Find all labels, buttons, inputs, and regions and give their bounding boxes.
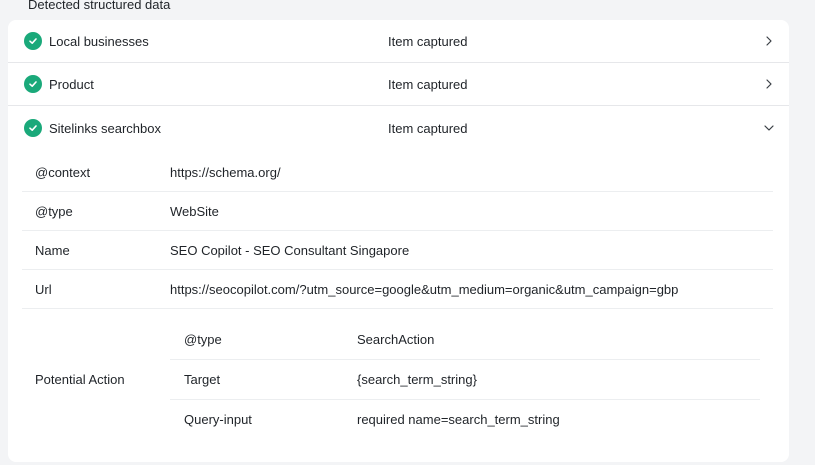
subproperty-value: {search_term_string}: [357, 372, 477, 387]
potential-action-row-target: Target {search_term_string}: [170, 360, 760, 400]
property-value: SEO Copilot - SEO Consultant Singapore: [170, 242, 410, 258]
property-row-context: @context https://schema.org/: [22, 153, 773, 192]
accordion-title: Product: [49, 76, 94, 92]
property-value: https://schema.org/: [170, 164, 281, 180]
property-row-url: Url https://seocopilot.com/?utm_source=g…: [22, 270, 773, 309]
potential-action-label: Potential Action: [35, 372, 125, 387]
chevron-right-icon[interactable]: [763, 34, 775, 48]
property-key: @type: [35, 203, 73, 219]
accordion-status: Item captured: [388, 33, 468, 49]
accordion-status: Item captured: [388, 76, 468, 92]
property-value: WebSite: [170, 203, 219, 219]
accordion-status: Item captured: [388, 121, 468, 136]
accordion-product[interactable]: Product Item captured: [8, 63, 789, 106]
property-key: Name: [35, 242, 70, 258]
potential-action-row-type: @type SearchAction: [170, 320, 760, 360]
accordion-local-businesses[interactable]: Local businesses Item captured: [8, 20, 789, 63]
property-key: @context: [35, 164, 91, 180]
accordion-title: Sitelinks searchbox: [49, 121, 161, 136]
potential-action-row-query-input: Query-input required name=search_term_st…: [170, 399, 760, 439]
section-heading: Detected structured data: [28, 0, 171, 12]
check-circle-icon: [24, 32, 42, 50]
subproperty-value: required name=search_term_string: [357, 411, 560, 427]
subproperty-key: Target: [184, 372, 221, 387]
subproperty-key: @type: [184, 332, 222, 347]
property-row-type: @type WebSite: [22, 192, 773, 231]
accordion-title: Local businesses: [49, 33, 149, 49]
subproperty-key: Query-input: [184, 411, 252, 427]
subproperty-value: SearchAction: [357, 332, 435, 347]
check-circle-icon: [24, 75, 42, 93]
chevron-down-icon[interactable]: [763, 121, 775, 135]
structured-data-card: Local businesses Item captured Product I…: [8, 20, 789, 462]
property-row-name: Name SEO Copilot - SEO Consultant Singap…: [22, 231, 773, 270]
accordion-sitelinks-searchbox[interactable]: Sitelinks searchbox Item captured: [8, 107, 789, 150]
chevron-right-icon[interactable]: [763, 77, 775, 91]
check-circle-icon: [24, 119, 42, 137]
property-key: Url: [35, 281, 52, 297]
property-value: https://seocopilot.com/?utm_source=googl…: [170, 281, 679, 297]
